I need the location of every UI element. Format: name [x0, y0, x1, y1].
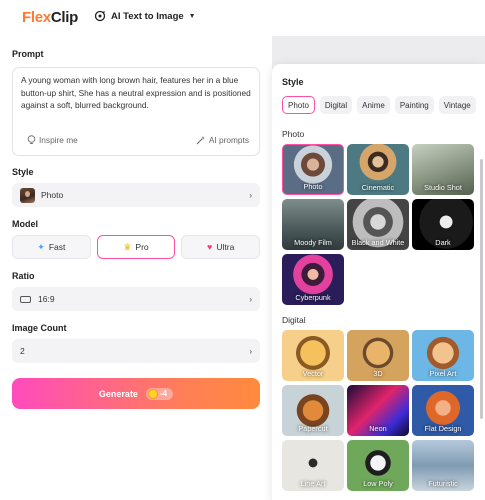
style-tile-label: Neon	[369, 424, 387, 433]
ai-image-icon	[94, 10, 106, 22]
prompt-input[interactable]: A young woman with long brown hair, feat…	[12, 67, 260, 156]
aspect-ratio-icon	[20, 295, 31, 303]
tab-photo[interactable]: Photo	[282, 96, 315, 114]
lightbulb-icon	[27, 135, 36, 144]
tab-vintage[interactable]: Vintage	[438, 96, 476, 114]
style-tile-label: Vector	[302, 369, 324, 378]
diamond-icon: ♥	[207, 242, 213, 252]
chevron-down-icon: ▼	[188, 12, 196, 20]
style-tile-label: Low Poly	[363, 479, 393, 488]
style-tile-label: 3D	[373, 369, 383, 378]
style-tile-neon[interactable]: Neon	[347, 385, 409, 436]
style-tile-studio-shot[interactable]: Studio Shot	[412, 144, 474, 195]
style-tile-moody-film[interactable]: Moody Film	[282, 199, 344, 250]
style-tabs: Photo Digital Anime Painting Vintage	[282, 96, 476, 114]
logo-flex-text: Flex	[22, 9, 51, 26]
style-tile-label: Photo	[303, 182, 323, 191]
ratio-select[interactable]: 16:9 ›	[12, 287, 260, 311]
mode-dropdown[interactable]: AI Text to Image ▼	[94, 10, 196, 22]
style-tile-label: Black and White	[351, 238, 405, 247]
generate-label: Generate	[98, 388, 138, 399]
digital-group-label: Digital	[282, 315, 306, 325]
tab-painting[interactable]: Painting	[394, 96, 434, 114]
image-count-label: Image Count	[12, 323, 67, 333]
chevron-right-icon: ›	[249, 190, 252, 200]
style-tile-label: Cyberpunk	[295, 293, 331, 302]
style-tile-label: Papercut	[298, 424, 328, 433]
image-count-select[interactable]: 2 ›	[12, 339, 260, 363]
style-tile-flat-design[interactable]: Flat Design	[412, 385, 474, 436]
style-tile-label: Line Art	[300, 479, 326, 488]
credit-cost: -4	[159, 389, 168, 398]
coin-icon	[147, 388, 158, 399]
style-thumbnail	[20, 187, 35, 203]
scrollbar[interactable]	[480, 159, 483, 419]
credit-cost-badge: -4	[145, 387, 174, 400]
flexclip-logo[interactable]: FlexClip	[22, 9, 78, 26]
inspire-me-button[interactable]: Inspire me	[27, 135, 78, 145]
chevron-right-icon: ›	[249, 294, 252, 304]
style-tile-label: Cinematic	[361, 183, 395, 192]
style-panel-title: Style	[282, 77, 304, 87]
style-tile-cyberpunk[interactable]: Cyberpunk	[282, 254, 344, 305]
photo-group-label: Photo	[282, 129, 305, 139]
prompt-text[interactable]: A young woman with long brown hair, feat…	[21, 74, 253, 112]
style-tile-label: Pixel Art	[429, 369, 457, 378]
style-tile-futuristic[interactable]: Futuristic	[412, 440, 474, 491]
lightning-icon: ✦	[37, 241, 45, 252]
model-pro-label: Pro	[135, 242, 149, 252]
inspire-me-label: Inspire me	[39, 135, 78, 145]
ratio-value: 16:9	[38, 294, 55, 304]
style-tile-black-and-white[interactable]: Black and White	[347, 199, 409, 250]
settings-panel: Prompt A young woman with long brown hai…	[0, 36, 272, 500]
style-tile-label: Moody Film	[294, 238, 332, 247]
top-bar: FlexClip AI Text to Image ▼	[0, 0, 485, 36]
ratio-label: Ratio	[12, 271, 35, 281]
model-ultra-label: Ultra	[216, 242, 235, 252]
model-fast-button[interactable]: ✦ Fast	[12, 235, 91, 259]
style-tile-photo[interactable]: Photo	[282, 144, 344, 195]
style-tile-vector[interactable]: Vector	[282, 330, 344, 381]
ai-prompts-label: AI prompts	[208, 135, 249, 145]
chevron-right-icon: ›	[249, 346, 252, 356]
model-ultra-button[interactable]: ♥ Ultra	[181, 235, 261, 259]
style-value: Photo	[41, 190, 64, 200]
style-tile-pixel-art[interactable]: Pixel Art	[412, 330, 474, 381]
style-tile-dark[interactable]: Dark	[412, 199, 474, 250]
style-tile-papercut[interactable]: Papercut	[282, 385, 344, 436]
image-count-value: 2	[20, 346, 25, 356]
style-tile-3d[interactable]: 3D	[347, 330, 409, 381]
style-tile-low-poly[interactable]: Low Poly	[347, 440, 409, 491]
model-fast-label: Fast	[48, 242, 66, 252]
generate-button[interactable]: Generate -4	[12, 378, 260, 409]
model-label: Model	[12, 219, 38, 229]
tab-anime[interactable]: Anime	[357, 96, 390, 114]
style-tile-line-art[interactable]: Line Art	[282, 440, 344, 491]
style-tile-label: Dark	[435, 238, 451, 247]
style-tile-cinematic[interactable]: Cinematic	[347, 144, 409, 195]
prompt-label: Prompt	[12, 49, 44, 59]
mode-label: AI Text to Image	[111, 10, 184, 22]
crown-icon: ♛	[123, 241, 132, 252]
prompt-actions: Inspire me AI prompts	[13, 135, 259, 149]
tab-digital[interactable]: Digital	[319, 96, 353, 114]
ai-prompts-button[interactable]: AI prompts	[196, 135, 249, 145]
logo-clip-text: Clip	[50, 9, 78, 26]
style-picker-panel: Style Photo Digital Anime Painting Vinta…	[272, 64, 485, 500]
style-tile-label: Flat Design	[424, 424, 462, 433]
style-label: Style	[12, 167, 34, 177]
model-pro-button[interactable]: ♛ Pro	[96, 235, 176, 259]
magic-wand-icon	[196, 136, 205, 145]
style-tile-label: Studio Shot	[424, 183, 462, 192]
style-select[interactable]: Photo ›	[12, 183, 260, 207]
style-tile-label: Futuristic	[428, 479, 458, 488]
model-selector: ✦ Fast ♛ Pro ♥ Ultra	[12, 235, 261, 259]
